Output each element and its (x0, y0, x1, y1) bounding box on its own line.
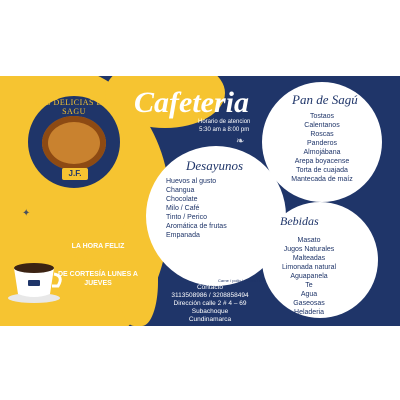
list-item: Gaseosas (293, 300, 325, 307)
hours-time: 5:30 am a 8:00 pm (199, 127, 250, 133)
list-item: Arepa boyacense (294, 158, 350, 165)
list-item: Changua (166, 187, 195, 194)
list-item: Jugos Naturales (283, 246, 335, 253)
bebidas-heading: Bebidas (280, 214, 319, 228)
promo-block: LA HORA FELIZ Tintico DE CORTESÍA LUNES … (58, 242, 138, 288)
promo-line1: LA HORA FELIZ (71, 243, 125, 250)
pan-de-sagu-heading: Pan de Sagú (292, 92, 358, 107)
bebidas-list: Masato Jugos Naturales Malteadas Limonad… (276, 236, 342, 317)
list-item: Limonada natural (281, 264, 337, 271)
contact-label: Contacto (196, 284, 224, 291)
list-item: Huevos al gusto (166, 178, 217, 185)
promo-line3: DE CORTESÍA LUNES A JUEVES (58, 271, 138, 287)
promo-line2: Tintico (73, 251, 123, 270)
contact-city: Subachoque Cundinamarca (188, 308, 232, 323)
list-item: Milo / Café (166, 205, 200, 212)
list-item: Panderos (307, 140, 337, 147)
logo-badge: J.F. (62, 168, 88, 180)
list-item: Calentanos (304, 122, 340, 129)
leaf-doodle-icon: ❧ (236, 136, 245, 147)
desayunos-heading: Desayunos (186, 158, 244, 173)
logo-name: LAS DELICIAS DEL SAGU (34, 98, 114, 116)
bebidas-circle: Bebidas Masato Jugos Naturales Malteadas… (262, 202, 378, 318)
list-item: Tinto / Perico (166, 214, 207, 221)
list-item: Te (305, 282, 313, 289)
contact-phones: 3113508986 / 3208858494 (171, 292, 249, 299)
contact-address: Dirección calle 2 # 4 – 69 (173, 300, 247, 307)
star-doodle-icon: ✦ (22, 208, 31, 219)
hours: Horario de atencion 5:30 am a 8:00 pm (198, 118, 250, 134)
list-item: Malteadas (292, 255, 326, 262)
list-item: Agua (300, 291, 318, 298)
list-item: Chocolate (166, 196, 198, 203)
list-item: Mantecada de maíz (291, 176, 353, 183)
flyer: ☾ ✦ ❧ LAS DELICIAS DEL SAGU J.F. LA HORA… (0, 76, 400, 326)
bread-image-icon (42, 116, 106, 170)
hours-label: Horario de atencion (198, 119, 251, 125)
list-item: Empanada (166, 232, 200, 239)
list-item: Heladeria (294, 309, 324, 316)
list-item: Tostaos (309, 113, 335, 120)
desayunos-list: Huevos al gusto Changua Chocolate Milo /… (166, 177, 227, 240)
list-item: Aromática de frutas (166, 223, 227, 230)
pan-de-sagu-list: Tostaos Calentanos Roscas Panderos Almoj… (282, 112, 362, 184)
list-item: Masato (297, 237, 321, 244)
list-item: Aguapanela (290, 273, 328, 280)
contact-block: Contacto 3113508986 / 3208858494 Direcci… (170, 284, 250, 324)
pan-de-sagu-circle: Pan de Sagú Tostaos Calentanos Roscas Pa… (262, 82, 382, 202)
list-item: Roscas (310, 131, 334, 138)
list-item: Torta de cuajada (296, 167, 348, 174)
page-title: Cafeteria (134, 86, 249, 119)
list-item: Almojábana (303, 149, 341, 156)
logo: LAS DELICIAS DEL SAGU J.F. (24, 92, 124, 192)
